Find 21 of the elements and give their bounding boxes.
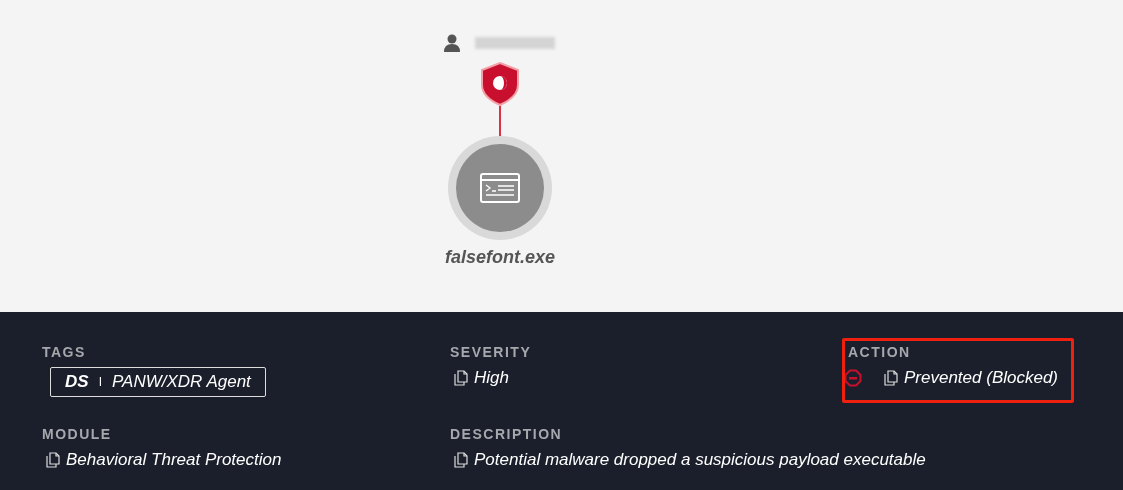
document-icon: [884, 369, 898, 386]
field-label: TAGS: [42, 343, 87, 362]
document-icon: [454, 451, 468, 468]
user-icon: [443, 34, 461, 52]
tag-text: PANW/XDR Agent: [111, 371, 251, 394]
field-value: Prevented (Blocked): [904, 367, 1059, 389]
field-label: MODULE: [42, 425, 113, 444]
field-label: DESCRIPTION: [450, 425, 564, 444]
field-label: SEVERITY: [450, 343, 532, 362]
field-label: ACTION: [848, 343, 912, 362]
document-icon: [46, 451, 60, 468]
field-value: High: [474, 367, 509, 389]
terminal-window-icon: [480, 173, 520, 203]
tag-text: DS: [65, 371, 89, 394]
connector-line: [499, 106, 501, 136]
tag-text: I: [98, 374, 102, 391]
document-icon: [454, 369, 468, 386]
process-label: falsefont.exe: [443, 246, 556, 269]
shield-icon: [479, 61, 521, 107]
field-value: Behavioral Threat Protection: [66, 449, 282, 471]
field-value: Potential malware dropped a suspicious payload executable: [474, 449, 926, 471]
